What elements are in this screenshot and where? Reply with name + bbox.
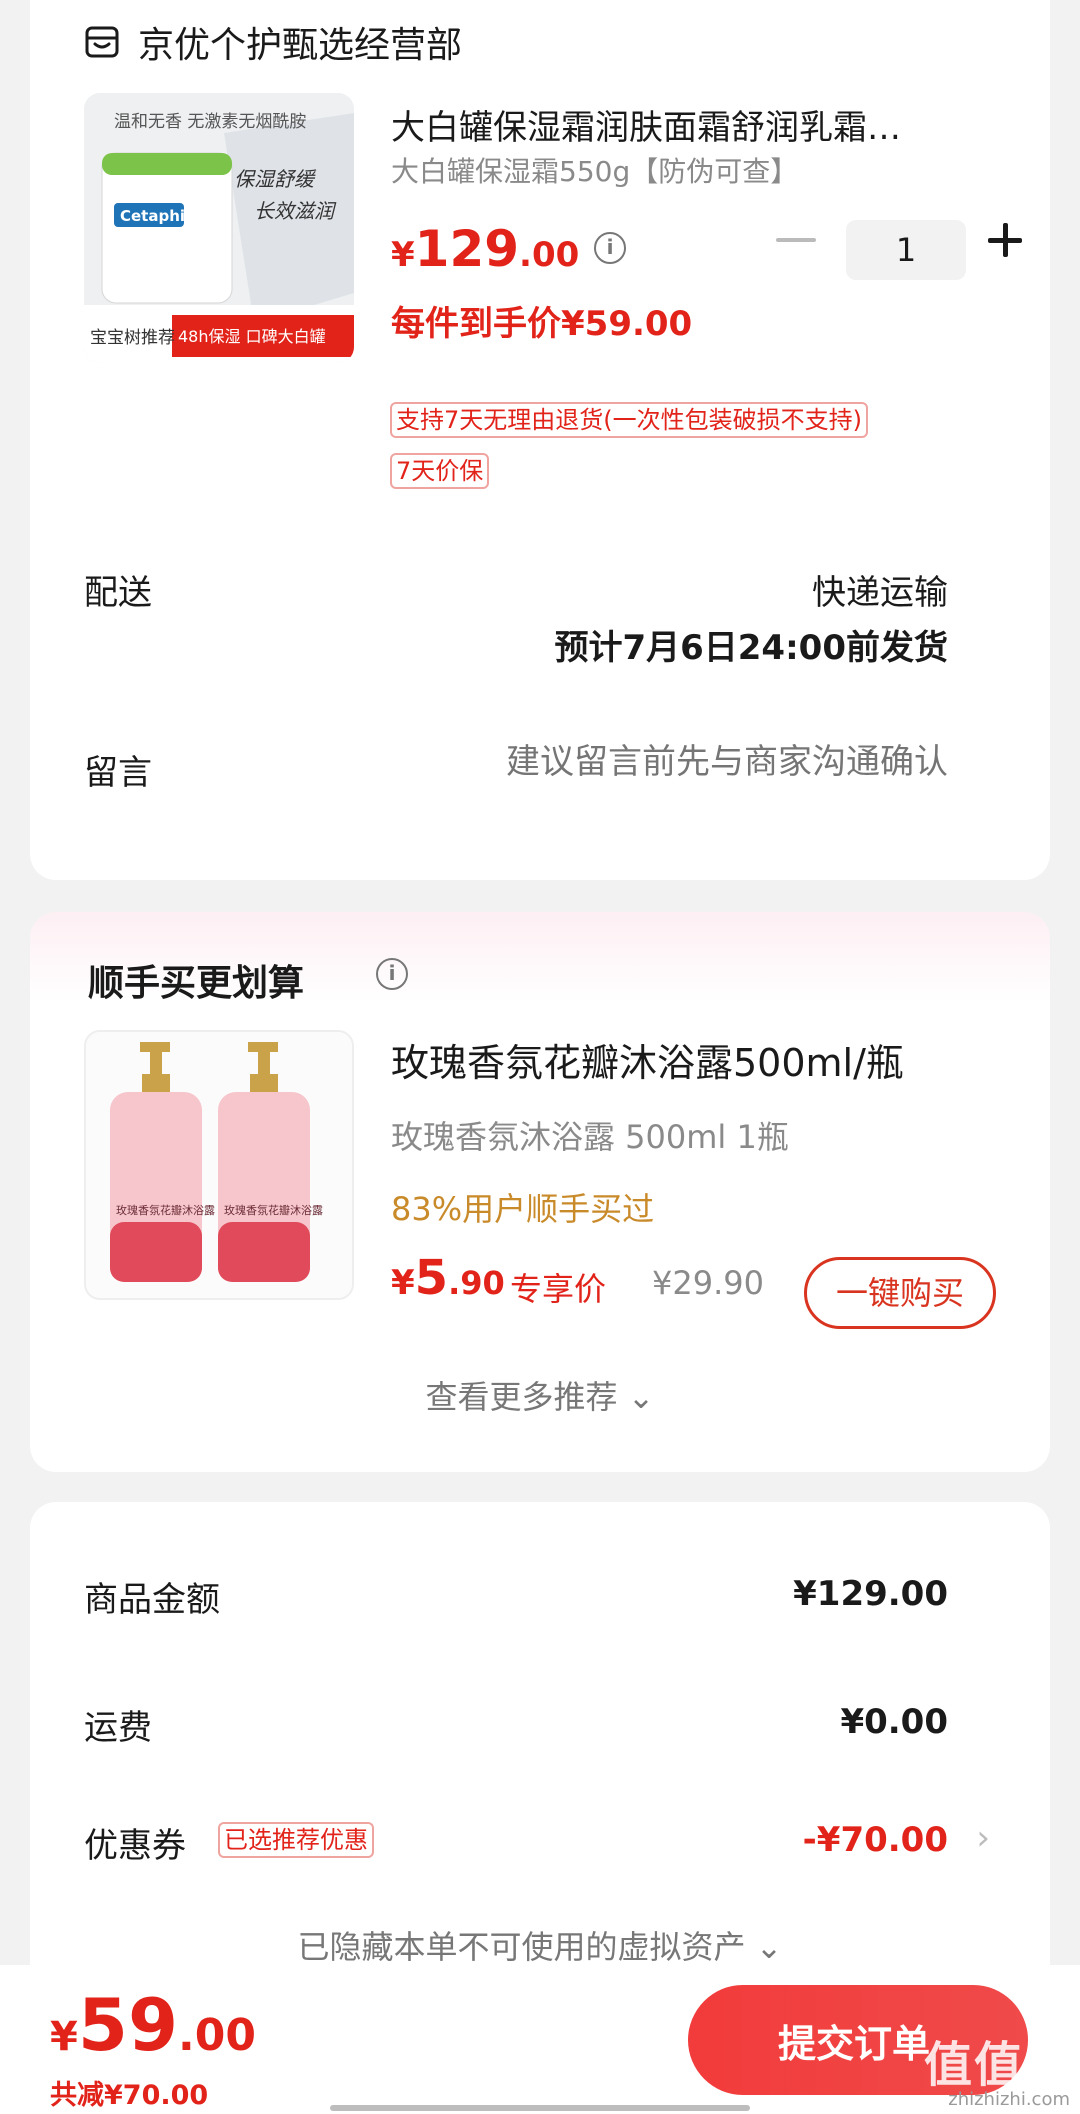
goods-amount-value: ¥129.00 bbox=[793, 1574, 948, 1614]
image-footer-right: 48h保湿 口碑大白罐 bbox=[178, 327, 326, 346]
coupon-selected-tag: 已选推荐优惠 bbox=[218, 1822, 374, 1858]
message-label: 留言 bbox=[84, 753, 152, 793]
recommend-title: 顺手买更划算 bbox=[88, 963, 305, 1004]
recommend-info-icon[interactable]: i bbox=[376, 958, 408, 990]
recommend-popularity: 83%用户顺手买过 bbox=[391, 1190, 655, 1228]
recommend-original-price: ¥29.90 bbox=[652, 1264, 764, 1302]
recommend-name[interactable]: 玫瑰香氛花瓣沐浴露500ml/瓶 bbox=[391, 1032, 904, 1087]
chevron-right-icon[interactable]: › bbox=[976, 1818, 990, 1858]
image-banner-text: 温和无香 无激素无烟酰胺 bbox=[114, 112, 307, 132]
total-price-symbol: ¥ bbox=[50, 2014, 78, 2060]
recommend-price: ¥5.90 bbox=[391, 1250, 505, 1306]
quantity-input[interactable]: 1 bbox=[846, 220, 966, 280]
image-slogan-2: 长效滋润 bbox=[254, 199, 334, 223]
goods-amount-label: 商品金额 bbox=[84, 1580, 220, 1620]
total-price-decimal: .00 bbox=[178, 2010, 256, 2061]
recommend-card: 顺手买更划算 i 玫瑰香氛花瓣沐浴露 玫瑰香氛花瓣沐浴露 玫瑰香氛花瓣沐浴露50… bbox=[30, 912, 1050, 1472]
price-info-icon[interactable]: i bbox=[594, 232, 626, 264]
freight-label: 运费 bbox=[84, 1708, 152, 1748]
rec-price-decimal: .90 bbox=[448, 1264, 505, 1302]
order-card: 京优个护甄选经营部 温和无香 无激素无烟酰胺 Cetaphil 保湿舒缓 长效滋… bbox=[30, 0, 1050, 880]
price-symbol: ¥ bbox=[391, 235, 415, 275]
product-spec[interactable]: 大白罐保湿霜550g【防伪可查】 bbox=[391, 150, 798, 190]
image-brand-text: Cetaphil bbox=[120, 207, 191, 225]
store-icon bbox=[85, 26, 119, 58]
recommend-exclusive-label: 专享价 bbox=[510, 1270, 607, 1308]
total-price: ¥59.00 bbox=[50, 1983, 256, 2067]
image-footer-left: 宝宝树推荐 bbox=[90, 328, 175, 348]
total-saved: 共减¥70.00 bbox=[50, 2080, 209, 2111]
one-click-buy-button[interactable]: 一键购买 bbox=[804, 1257, 996, 1329]
shipping-eta: 预计7月6日24:00前发货 bbox=[554, 628, 948, 668]
price-decimal: .00 bbox=[519, 235, 580, 275]
final-unit-price: 每件到手价¥59.00 bbox=[391, 304, 693, 344]
message-input[interactable] bbox=[388, 742, 948, 782]
bottle-label-left: 玫瑰香氛花瓣沐浴露 bbox=[116, 1204, 215, 1217]
shipping-label: 配送 bbox=[84, 573, 152, 613]
product-price: ¥129.00 bbox=[391, 220, 579, 278]
rec-price-symbol: ¥ bbox=[391, 1263, 415, 1303]
coupon-value[interactable]: -¥70.00 bbox=[803, 1820, 948, 1860]
image-slogan-1: 保湿舒缓 bbox=[234, 167, 314, 191]
recommend-image[interactable]: 玫瑰香氛花瓣沐浴露 玫瑰香氛花瓣沐浴露 bbox=[84, 1030, 354, 1300]
freight-value: ¥0.00 bbox=[840, 1702, 948, 1742]
total-price-integer: 59 bbox=[77, 1983, 179, 2067]
product-image[interactable]: 温和无香 无激素无烟酰胺 Cetaphil 保湿舒缓 长效滋润 宝宝树推荐 48… bbox=[84, 93, 354, 363]
bottle-art bbox=[86, 1032, 352, 1298]
recommend-spec: 玫瑰香氛沐浴露 500ml 1瓶 bbox=[391, 1118, 789, 1156]
hidden-assets-note[interactable]: 已隐藏本单不可使用的虚拟资产 ⌄ bbox=[30, 1922, 1050, 1968]
bottle-label-right: 玫瑰香氛花瓣沐浴露 bbox=[224, 1204, 323, 1217]
quantity-plus-button[interactable] bbox=[988, 220, 1028, 260]
return-policy-tag: 支持7天无理由退货(一次性包装破损不支持) bbox=[390, 402, 868, 438]
price-protect-tag: 7天价保 bbox=[390, 453, 490, 489]
watermark-logo: 值值值 bbox=[923, 2037, 1074, 2093]
store-name[interactable]: 京优个护甄选经营部 bbox=[138, 16, 462, 68]
shipping-method[interactable]: 快递运输 bbox=[812, 565, 948, 614]
rec-price-integer: 5 bbox=[414, 1250, 449, 1306]
checkout-bar: ¥59.00 共减¥70.00 提交订单 值值值 zhizhizhi.com bbox=[0, 1965, 1080, 2114]
product-title[interactable]: 大白罐保湿霜润肤面霜舒润乳霜… bbox=[391, 100, 1001, 149]
coupon-label: 优惠券 bbox=[84, 1826, 186, 1866]
more-recommend-link[interactable]: 查看更多推荐 ⌄ bbox=[30, 1372, 1050, 1418]
price-integer: 129 bbox=[414, 220, 520, 278]
quantity-minus-button[interactable] bbox=[776, 238, 816, 242]
watermark-url: zhizhizhi.com bbox=[948, 2089, 1070, 2110]
home-indicator[interactable] bbox=[330, 2105, 750, 2111]
